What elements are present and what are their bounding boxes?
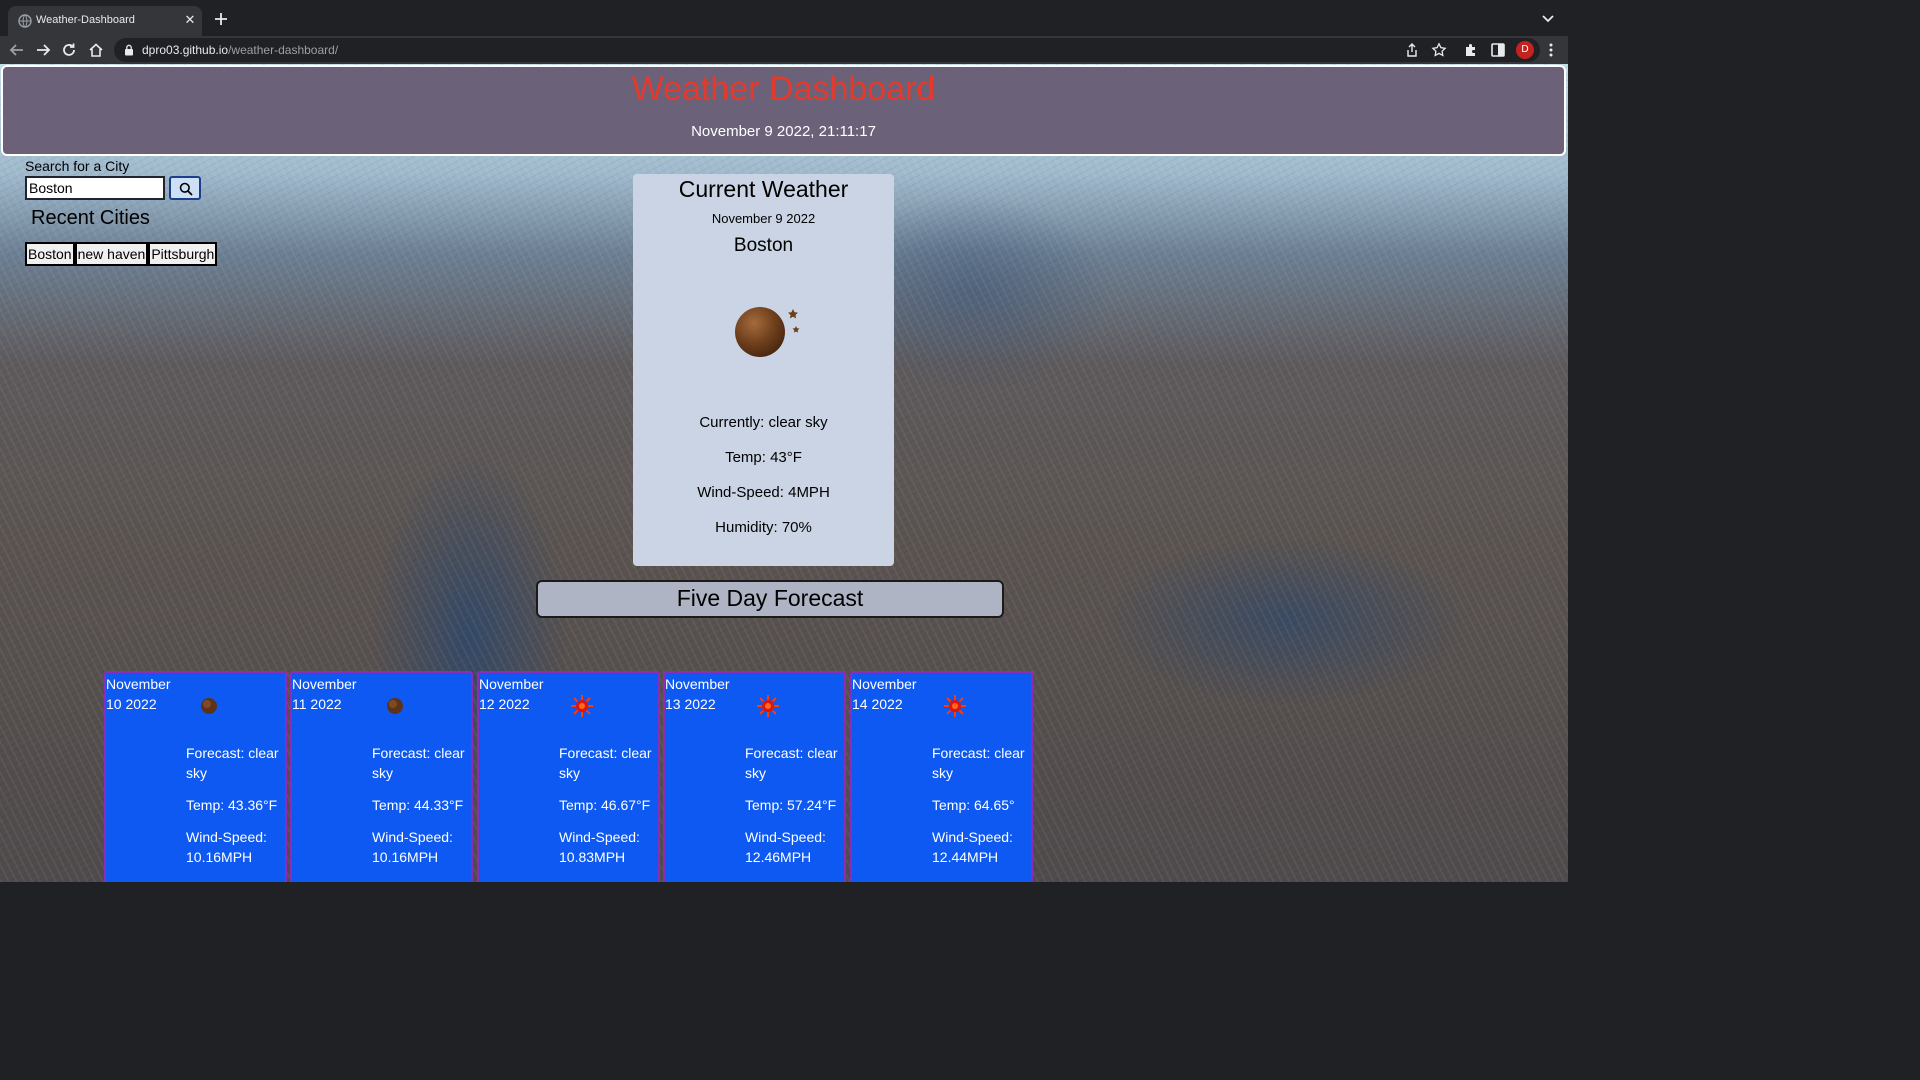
- browser-tabstrip: Weather-Dashboard ✕: [0, 0, 1568, 36]
- recent-city-button[interactable]: Boston: [25, 242, 75, 266]
- search-button[interactable]: [169, 176, 201, 200]
- chevron-down-icon[interactable]: [1540, 12, 1556, 26]
- current-weather-title: Current Weather: [678, 176, 849, 202]
- page-header: Weather Dashboard November 9 2022, 21:11…: [1, 65, 1566, 156]
- forecast-day-card: November 14 2022 Forecast: clear sky Tem…: [850, 671, 1033, 882]
- forecast-day-card: November 12 2022 Forecast: clear sky Tem…: [477, 671, 660, 882]
- forecast-day-card: November 13 2022 Forecast: clear sky Tem…: [663, 671, 846, 882]
- forecast-condition: Forecast: clear sky: [372, 745, 465, 781]
- forecast-date: November 11 2022: [292, 676, 357, 712]
- page-viewport: Weather Dashboard November 9 2022, 21:11…: [0, 64, 1568, 882]
- address-bar[interactable]: dpro03.github.io/weather-dashboard/: [114, 38, 1540, 62]
- forecast-temp: Temp: 46.67°F: [559, 797, 651, 813]
- more-options-icon[interactable]: [1544, 41, 1558, 59]
- forecast-date: November 12 2022: [479, 676, 544, 712]
- url-path: /weather-dashboard/: [228, 43, 339, 57]
- recent-cities-list: Boston new haven Pittsburgh: [25, 242, 218, 266]
- tab-close-icon[interactable]: ✕: [182, 12, 198, 28]
- forecast-temp: Temp: 44.33°F: [372, 797, 464, 813]
- forecast-condition: Forecast: clear sky: [559, 745, 652, 781]
- side-panel-icon[interactable]: [1489, 41, 1507, 59]
- forecast-day-card: November 11 2022 Forecast: clear sky Tem…: [290, 671, 473, 882]
- search-label: Search for a City: [25, 158, 130, 174]
- forecast-wind: Wind-Speed: 12.46MPH: [745, 829, 826, 865]
- page-title: Weather Dashboard: [631, 70, 936, 108]
- share-icon[interactable]: [1404, 42, 1420, 58]
- forecast-wind: Wind-Speed: 10.16MPH: [186, 829, 267, 865]
- browser-toolbar: dpro03.github.io/weather-dashboard/ D: [0, 36, 1568, 64]
- forecast-wind: Wind-Speed: 10.83MPH: [559, 829, 640, 865]
- forecast-temp: Temp: 57.24°F: [745, 797, 837, 813]
- forecast-temp: Temp: 64.65°: [932, 797, 1015, 813]
- moon-stars-icon: [735, 307, 800, 357]
- extensions-puzzle-icon[interactable]: [1462, 41, 1480, 59]
- globe-icon: [18, 14, 32, 28]
- url-host: dpro03.github.io: [142, 43, 229, 57]
- current-temp: Temp: 43°F: [725, 449, 802, 466]
- forecast-temp: Temp: 43.36°F: [186, 797, 278, 813]
- forecast-date: November 13 2022: [665, 676, 730, 712]
- forecast-condition: Forecast: clear sky: [186, 745, 279, 781]
- forecast-condition: Forecast: clear sky: [745, 745, 838, 781]
- recent-city-button[interactable]: Pittsburgh: [148, 242, 218, 266]
- current-condition: Currently: clear sky: [699, 414, 828, 431]
- star-bookmark-icon[interactable]: [1431, 42, 1447, 58]
- forecast-condition: Forecast: clear sky: [932, 745, 1025, 781]
- current-weather-city: Boston: [733, 235, 794, 256]
- forecast-title: Five Day Forecast: [536, 580, 1004, 618]
- current-weather-date: November 9 2022: [711, 211, 816, 226]
- moon-icon: [201, 698, 217, 714]
- current-weather-card: Current Weather November 9 2022 Boston C…: [633, 174, 894, 566]
- sun-icon: [571, 695, 593, 717]
- moon-icon: [387, 698, 403, 714]
- forward-arrow-icon[interactable]: [34, 41, 52, 59]
- city-search-input[interactable]: [25, 176, 165, 200]
- forecast-wind: Wind-Speed: 12.44MPH: [932, 829, 1013, 865]
- current-humidity: Humidity: 70%: [715, 519, 812, 536]
- sun-icon: [944, 695, 966, 717]
- current-datetime: November 9 2022, 21:11:17: [691, 123, 876, 140]
- search-icon: [179, 182, 193, 196]
- home-icon[interactable]: [87, 41, 105, 59]
- forecast-day-card: November 10 2022 Forecast: clear sky Tem…: [104, 671, 287, 882]
- recent-city-button[interactable]: new haven: [74, 242, 149, 266]
- sun-icon: [757, 695, 779, 717]
- browser-tab[interactable]: Weather-Dashboard ✕: [8, 6, 202, 36]
- tab-title: Weather-Dashboard: [36, 14, 135, 26]
- profile-avatar[interactable]: D: [1516, 41, 1534, 59]
- forecast-date: November 10 2022: [106, 676, 171, 712]
- recent-cities-title: Recent Cities: [31, 207, 150, 229]
- url-text: dpro03.github.io/weather-dashboard/: [142, 43, 338, 57]
- current-wind: Wind-Speed: 4MPH: [697, 484, 830, 501]
- forecast-wind: Wind-Speed: 10.16MPH: [372, 829, 453, 865]
- new-tab-icon[interactable]: [212, 10, 230, 28]
- lock-icon[interactable]: [124, 44, 134, 56]
- back-arrow-icon[interactable]: [8, 41, 26, 59]
- reload-icon[interactable]: [60, 41, 78, 59]
- forecast-date: November 14 2022: [852, 676, 917, 712]
